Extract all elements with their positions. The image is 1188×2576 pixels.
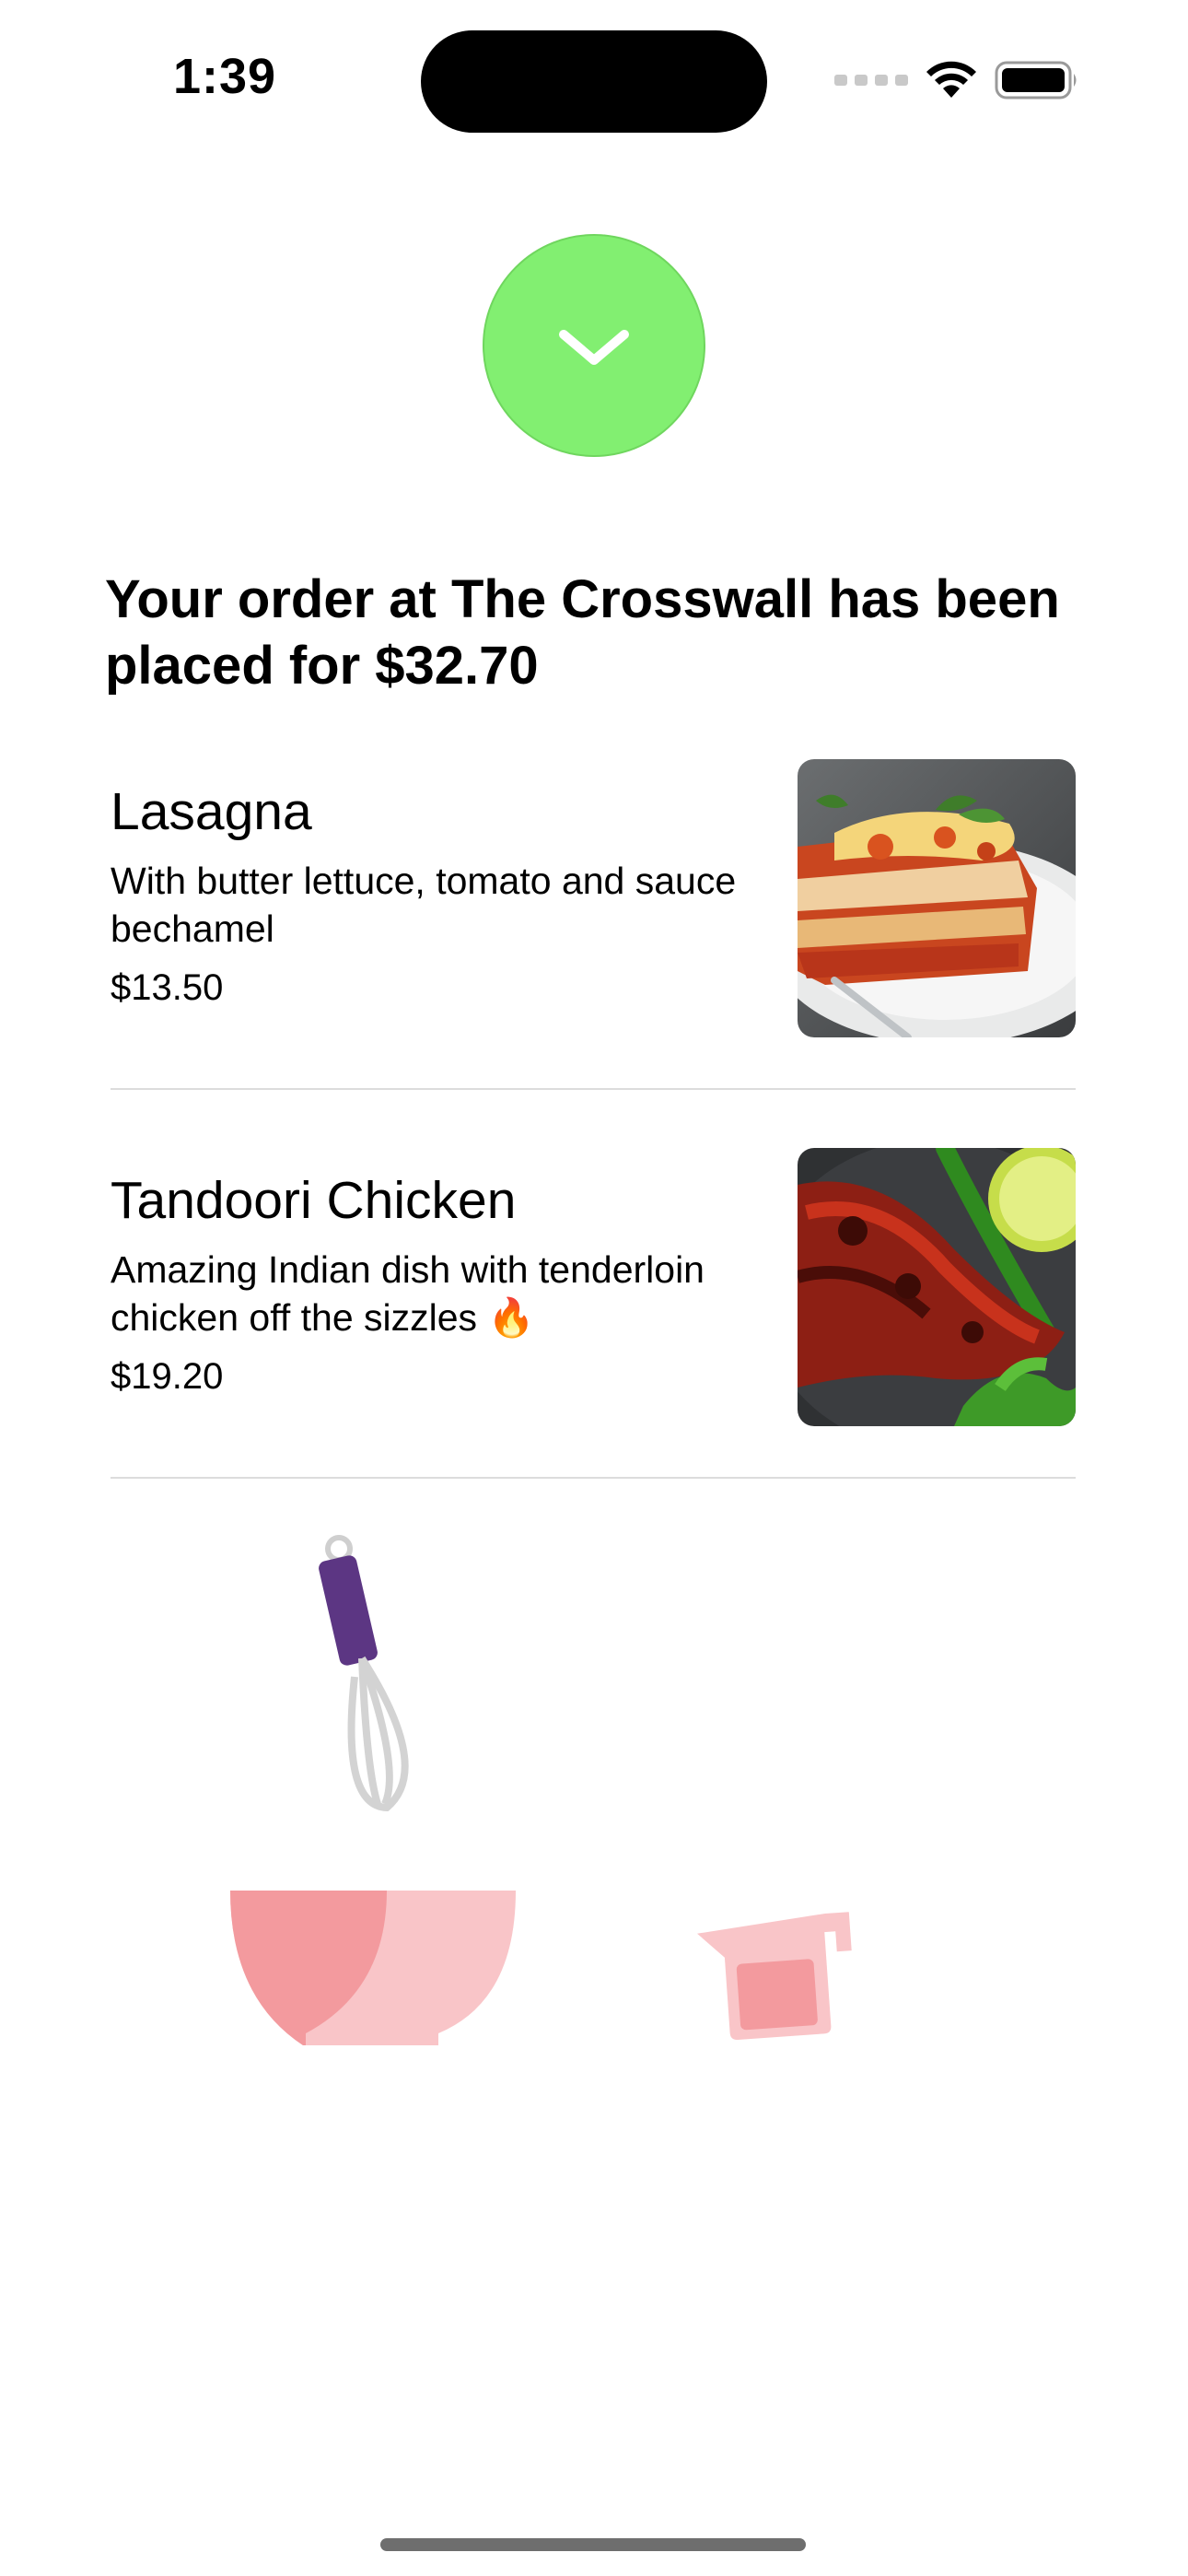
cooking-illustration [230, 1535, 852, 2045]
battery-icon [995, 61, 1077, 100]
item-price: $13.50 [111, 967, 224, 1008]
dynamic-island [421, 30, 767, 133]
wifi-icon [926, 61, 976, 98]
whisk-icon [319, 1535, 409, 1812]
status-indicators [834, 57, 1079, 103]
home-indicator[interactable] [380, 2538, 806, 2551]
success-checkmark-badge [483, 234, 705, 457]
item-divider [111, 1477, 1076, 1479]
item-name: Tandoori Chicken [111, 1171, 517, 1230]
mixing-bowl-icon [230, 1891, 516, 2045]
checkmark-icon [559, 330, 629, 365]
order-confirmation-headline: Your order at The Crosswall has been pla… [105, 569, 1060, 696]
order-item: Lasagna With butter lettuce, tomato and … [111, 759, 1076, 1039]
item-divider [111, 1088, 1076, 1090]
cellular-signal-icon [834, 75, 908, 86]
item-name: Lasagna [111, 782, 312, 841]
measuring-cup-icon [697, 1912, 852, 2040]
item-price: $19.20 [111, 1356, 224, 1397]
status-time: 1:39 [173, 49, 277, 104]
lasagna-photo [798, 759, 1076, 1037]
status-bar: 1:39 [0, 0, 1188, 157]
item-description: Amazing Indian dish with tenderloin chic… [111, 1248, 705, 1339]
tandoori-chicken-photo [798, 1148, 1076, 1426]
order-item: Tandoori Chicken Amazing Indian dish wit… [111, 1148, 1076, 1428]
item-description: With butter lettuce, tomato and sauce be… [111, 860, 737, 950]
